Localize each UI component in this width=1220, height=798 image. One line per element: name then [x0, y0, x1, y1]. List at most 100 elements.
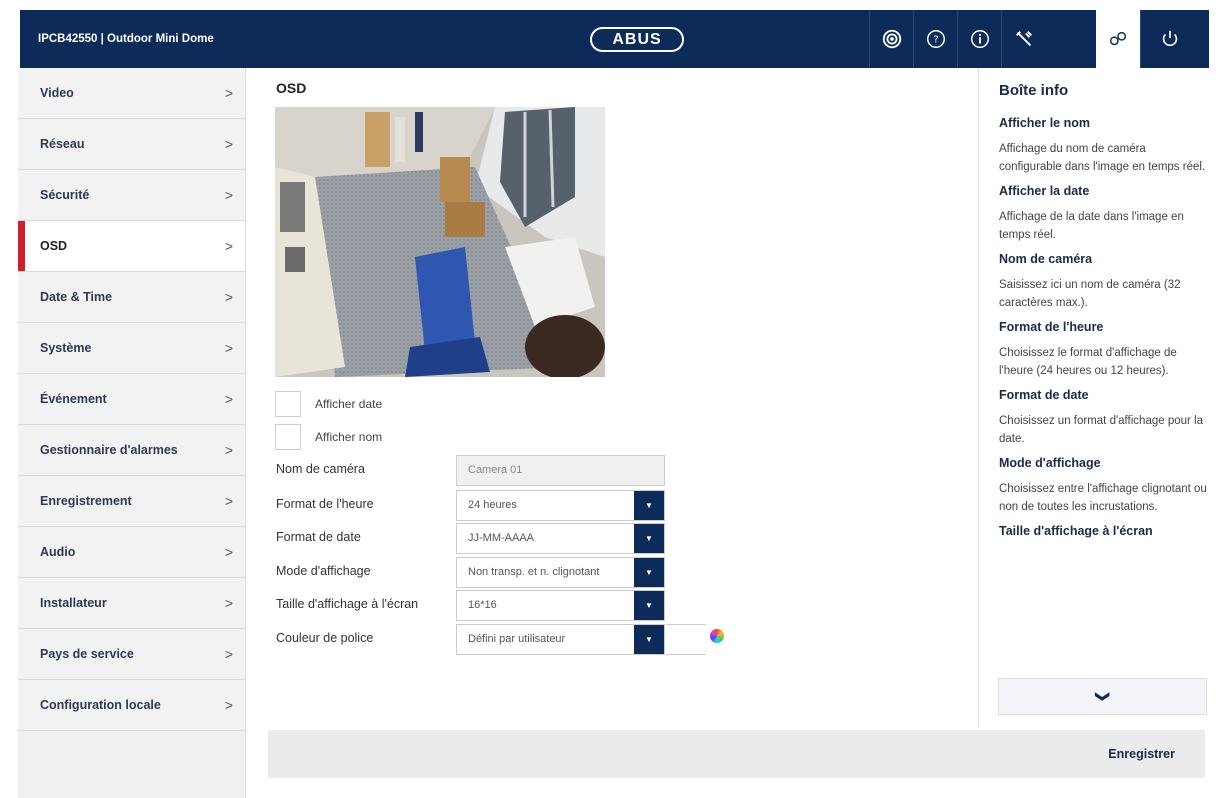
chevron-right-icon: >	[224, 697, 233, 713]
display-mode-select[interactable]: Non transp. et n. clignotant ▼	[456, 557, 665, 588]
sidebar-item-video[interactable]: Video >	[18, 68, 245, 119]
info-heading: Nom de caméra	[999, 252, 1093, 266]
sidebar-item-label: Video	[40, 86, 74, 100]
sidebar-item-systeme[interactable]: Système >	[18, 323, 245, 374]
brand-logo: ABUS	[590, 27, 684, 52]
display-mode-label: Mode d'affichage	[276, 564, 371, 578]
info-panel-title: Boîte info	[999, 82, 1069, 99]
osd-size-value: 16*16	[468, 599, 497, 611]
sidebar-item-label: Sécurité	[40, 188, 90, 202]
show-name-row: Afficher nom	[275, 423, 382, 451]
chevron-right-icon: >	[224, 544, 233, 560]
info-text: Affichage du nom de caméra configurable …	[999, 143, 1206, 173]
show-date-label: Afficher date	[315, 397, 383, 411]
dropdown-arrow-icon[interactable]: ▼	[634, 558, 664, 587]
info-text: Choisissez le format d'affichage de l'he…	[999, 347, 1177, 377]
dropdown-arrow-icon[interactable]: ▼	[634, 524, 664, 553]
sidebar-item-label: Réseau	[40, 137, 85, 151]
settings-icon[interactable]	[1096, 10, 1140, 68]
font-color-value: Défini par utilisateur	[468, 633, 566, 645]
dropdown-arrow-icon[interactable]: ▼	[634, 491, 664, 520]
date-format-select[interactable]: JJ-MM-AAAA ▼	[456, 523, 665, 554]
camera-name-label: Nom de caméra	[276, 462, 365, 476]
footer-bar: Enregistrer	[268, 730, 1205, 778]
osd-size-label: Taille d'affichage à l'écran	[276, 597, 419, 611]
sidebar-item-label: Système	[40, 341, 92, 355]
dropdown-arrow-icon[interactable]: ▼	[634, 591, 664, 620]
info-panel-body: Afficher le nom Affichage du nom de camé…	[999, 116, 1209, 548]
show-name-checkbox[interactable]	[275, 424, 301, 450]
date-format-label: Format de date	[276, 530, 361, 544]
sidebar-item-label: Configuration locale	[40, 698, 161, 712]
info-heading: Afficher le nom	[999, 116, 1090, 130]
info-heading: Format de l'heure	[999, 320, 1104, 334]
osd-size-select[interactable]: 16*16 ▼	[456, 590, 665, 621]
chevron-right-icon: >	[224, 391, 233, 407]
chevron-right-icon: >	[224, 442, 233, 458]
info-scroll-down-button[interactable]: ❯	[998, 678, 1207, 715]
svg-text:?: ?	[933, 35, 938, 46]
chevron-right-icon: >	[224, 289, 233, 305]
show-date-row: Afficher date	[275, 390, 382, 418]
color-preview-box[interactable]	[666, 624, 706, 655]
sidebar-item-pays-de-service[interactable]: Pays de service >	[18, 629, 245, 680]
sidebar-item-label: OSD	[40, 239, 68, 253]
sidebar-item-enregistrement[interactable]: Enregistrement >	[18, 476, 245, 527]
chevron-right-icon: >	[224, 187, 233, 203]
sidebar-item-label: Enregistrement	[40, 494, 132, 508]
sidebar-item-label: Installateur	[40, 596, 107, 610]
camera-name-input[interactable]: Camera 01	[456, 455, 665, 486]
sidebar-item-date-time[interactable]: Date & Time >	[18, 272, 245, 323]
device-title: IPCB42550 | Outdoor Mini Dome	[38, 33, 214, 45]
chevron-right-icon: >	[224, 238, 233, 254]
sidebar-item-reseau[interactable]: Réseau >	[18, 119, 245, 170]
sidebar-item-label: Pays de service	[40, 647, 134, 661]
show-date-checkbox[interactable]	[275, 391, 301, 417]
dropdown-arrow-icon[interactable]: ▼	[634, 625, 664, 654]
info-panel: Boîte info Afficher le nom Affichage du …	[978, 68, 1212, 728]
power-icon[interactable]	[1140, 10, 1198, 68]
sidebar-item-installateur[interactable]: Installateur >	[18, 578, 245, 629]
tools-icon[interactable]	[1001, 10, 1045, 68]
help-icon[interactable]: ?	[913, 10, 957, 68]
camera-view-image	[275, 107, 605, 377]
time-format-label: Format de l'heure	[276, 497, 374, 511]
font-color-label: Couleur de police	[276, 631, 374, 645]
sidebar-item-label: Date & Time	[40, 290, 113, 304]
show-name-label: Afficher nom	[315, 430, 383, 444]
info-icon[interactable]	[957, 10, 1001, 68]
camera-icon[interactable]	[869, 10, 913, 68]
chevron-right-icon: >	[224, 595, 233, 611]
color-picker-icon[interactable]	[710, 629, 724, 643]
chevron-right-icon: >	[224, 340, 233, 356]
chevron-down-icon: ❯	[1094, 690, 1111, 703]
chevron-right-icon: >	[224, 493, 233, 509]
sidebar-item-securite[interactable]: Sécurité >	[18, 170, 245, 221]
sidebar-item-alarmes[interactable]: Gestionnaire d'alarmes >	[18, 425, 245, 476]
sidebar-item-configuration-locale[interactable]: Configuration locale >	[18, 680, 245, 731]
sidebar-item-label: Événement	[40, 392, 107, 406]
info-text: Choisissez un format d'affichage pour la…	[999, 415, 1203, 445]
chevron-right-icon: >	[224, 646, 233, 662]
time-format-select[interactable]: 24 heures ▼	[456, 490, 665, 521]
live-video-preview	[275, 107, 605, 377]
chevron-right-icon: >	[224, 85, 233, 101]
info-heading: Taille d'affichage à l'écran	[999, 524, 1153, 538]
info-text: Choisissez entre l'affichage clignotant …	[999, 483, 1207, 513]
info-text: Affichage de la date dans l'image en tem…	[999, 211, 1184, 241]
date-format-value: JJ-MM-AAAA	[468, 532, 534, 544]
font-color-select[interactable]: Défini par utilisateur ▼	[456, 624, 665, 655]
sidebar-item-audio[interactable]: Audio >	[18, 527, 245, 578]
save-button[interactable]: Enregistrer	[1108, 730, 1175, 778]
display-mode-value: Non transp. et n. clignotant	[468, 566, 600, 578]
info-heading: Format de date	[999, 388, 1089, 402]
sidebar-item-osd[interactable]: OSD >	[18, 221, 245, 272]
time-format-value: 24 heures	[468, 499, 517, 511]
info-text: Saisissez ici un nom de caméra (32 carac…	[999, 279, 1181, 309]
info-heading: Mode d'affichage	[999, 456, 1101, 470]
sidebar-nav: Video > Réseau > Sécurité > OSD > Date & Tim…	[18, 68, 246, 798]
sidebar-item-evenement[interactable]: Événement >	[18, 374, 245, 425]
top-header: IPCB42550 | Outdoor Mini Dome ABUS ?	[20, 10, 1209, 68]
info-heading: Afficher la date	[999, 184, 1090, 198]
sidebar-item-label: Gestionnaire d'alarmes	[40, 443, 178, 457]
